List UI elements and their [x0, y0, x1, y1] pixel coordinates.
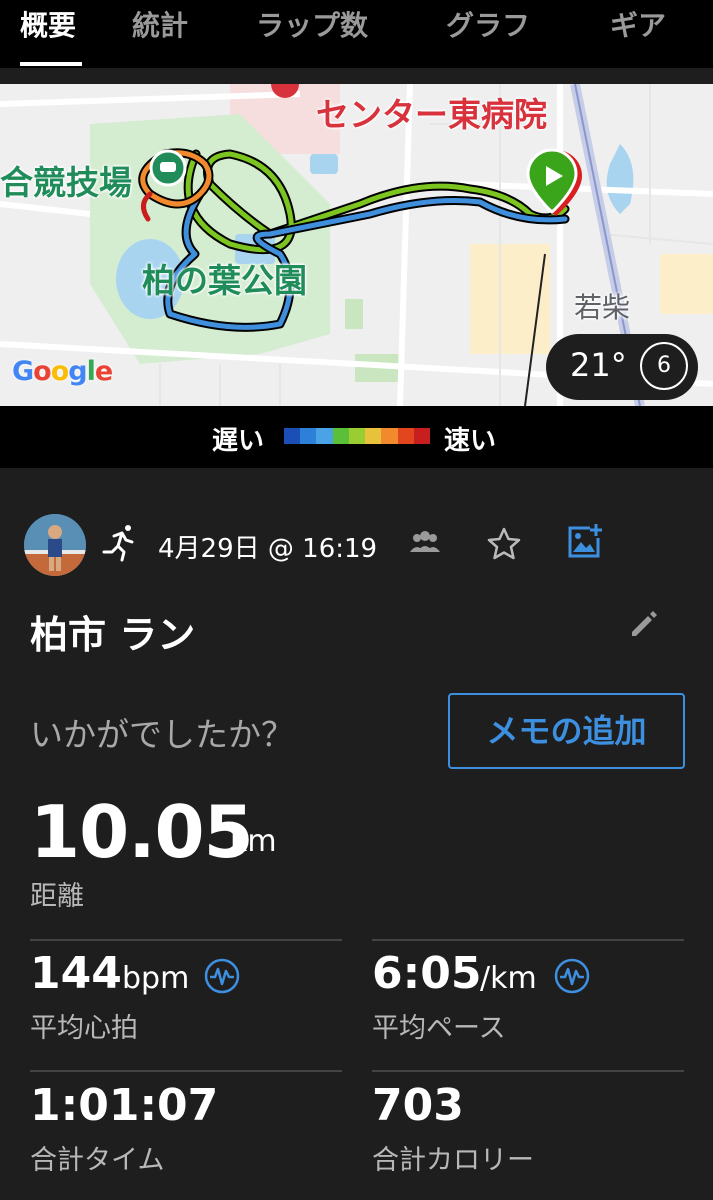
add-photo-icon[interactable]	[566, 522, 604, 560]
divider	[372, 1070, 684, 1072]
wind-speed: 6	[657, 353, 671, 378]
pace-value: 6:05	[372, 948, 482, 999]
pace-color-segment	[300, 428, 317, 444]
tab-stats[interactable]: 統計	[132, 4, 188, 44]
active-tab-indicator	[20, 62, 82, 66]
tab-laps[interactable]: ラップ数	[256, 4, 368, 44]
pace-color-segment	[365, 428, 382, 444]
divider	[372, 939, 684, 941]
total-time-value: 1:01:07	[30, 1080, 219, 1131]
map-label-area: 若柴	[574, 291, 631, 324]
pace-color-segment	[332, 428, 349, 444]
tab-overview[interactable]: 概要	[20, 4, 76, 44]
pace-legend: 遅い 速い	[0, 406, 713, 468]
pace-color-segment	[413, 428, 430, 444]
heart-rate-unit: bpm	[122, 961, 190, 996]
wind-icon: 6	[640, 342, 688, 390]
distance-label: 距離	[30, 881, 84, 912]
calories-value: 703	[372, 1080, 464, 1131]
google-logo: Google	[12, 356, 113, 387]
running-icon	[102, 525, 134, 562]
pace-chart-icon[interactable]	[554, 958, 590, 994]
pace-color-segment	[284, 428, 301, 444]
heart-rate-value: 144	[30, 948, 122, 999]
pace-label: 平均ペース	[372, 1013, 506, 1044]
heart-rate-chart-icon[interactable]	[204, 958, 240, 994]
pace-color-segment	[397, 428, 414, 444]
route-map[interactable]: センター東病院 合競技場 柏の葉公園 若柴 Google 21° 6	[0, 84, 713, 406]
temperature: 21°	[570, 346, 627, 384]
divider	[30, 939, 342, 941]
pace-color-segment	[381, 428, 398, 444]
pace-color-bar	[284, 428, 430, 444]
total-time-label: 合計タイム	[30, 1145, 165, 1176]
divider	[30, 1070, 342, 1072]
heart-rate-label: 平均心拍	[30, 1013, 138, 1044]
activity-date: 4月29日 @ 16:19	[158, 534, 378, 564]
map-label-park: 柏の葉公園	[142, 261, 307, 300]
calories-label: 合計カロリー	[372, 1145, 534, 1176]
tab-graph[interactable]: グラフ	[446, 4, 530, 44]
pace-color-segment	[348, 428, 366, 444]
map-label-stadium: 合競技場	[0, 163, 132, 202]
tab-gear[interactable]: ギア	[610, 4, 666, 44]
weather-badge: 21° 6	[546, 334, 698, 400]
pace-unit: /km	[480, 961, 537, 996]
legend-fast-label: 速い	[444, 426, 497, 456]
distance-unit: km	[230, 824, 277, 859]
star-icon[interactable]	[486, 526, 522, 562]
pace-color-segment	[316, 428, 333, 444]
tab-bar: 概要 統計 ラップ数 グラフ ギア	[0, 0, 713, 68]
legend-slow-label: 遅い	[212, 426, 265, 456]
distance-value: 10.05	[30, 790, 254, 874]
add-memo-button[interactable]: メモの追加	[448, 693, 685, 769]
group-icon[interactable]	[408, 530, 442, 554]
how-was-it-prompt: いかがでしたか？	[30, 715, 294, 754]
edit-icon[interactable]	[628, 608, 660, 640]
map-label-hospital: センター東病院	[316, 95, 547, 134]
activity-title: 柏市 ラン	[30, 613, 196, 657]
avatar[interactable]	[24, 514, 86, 576]
